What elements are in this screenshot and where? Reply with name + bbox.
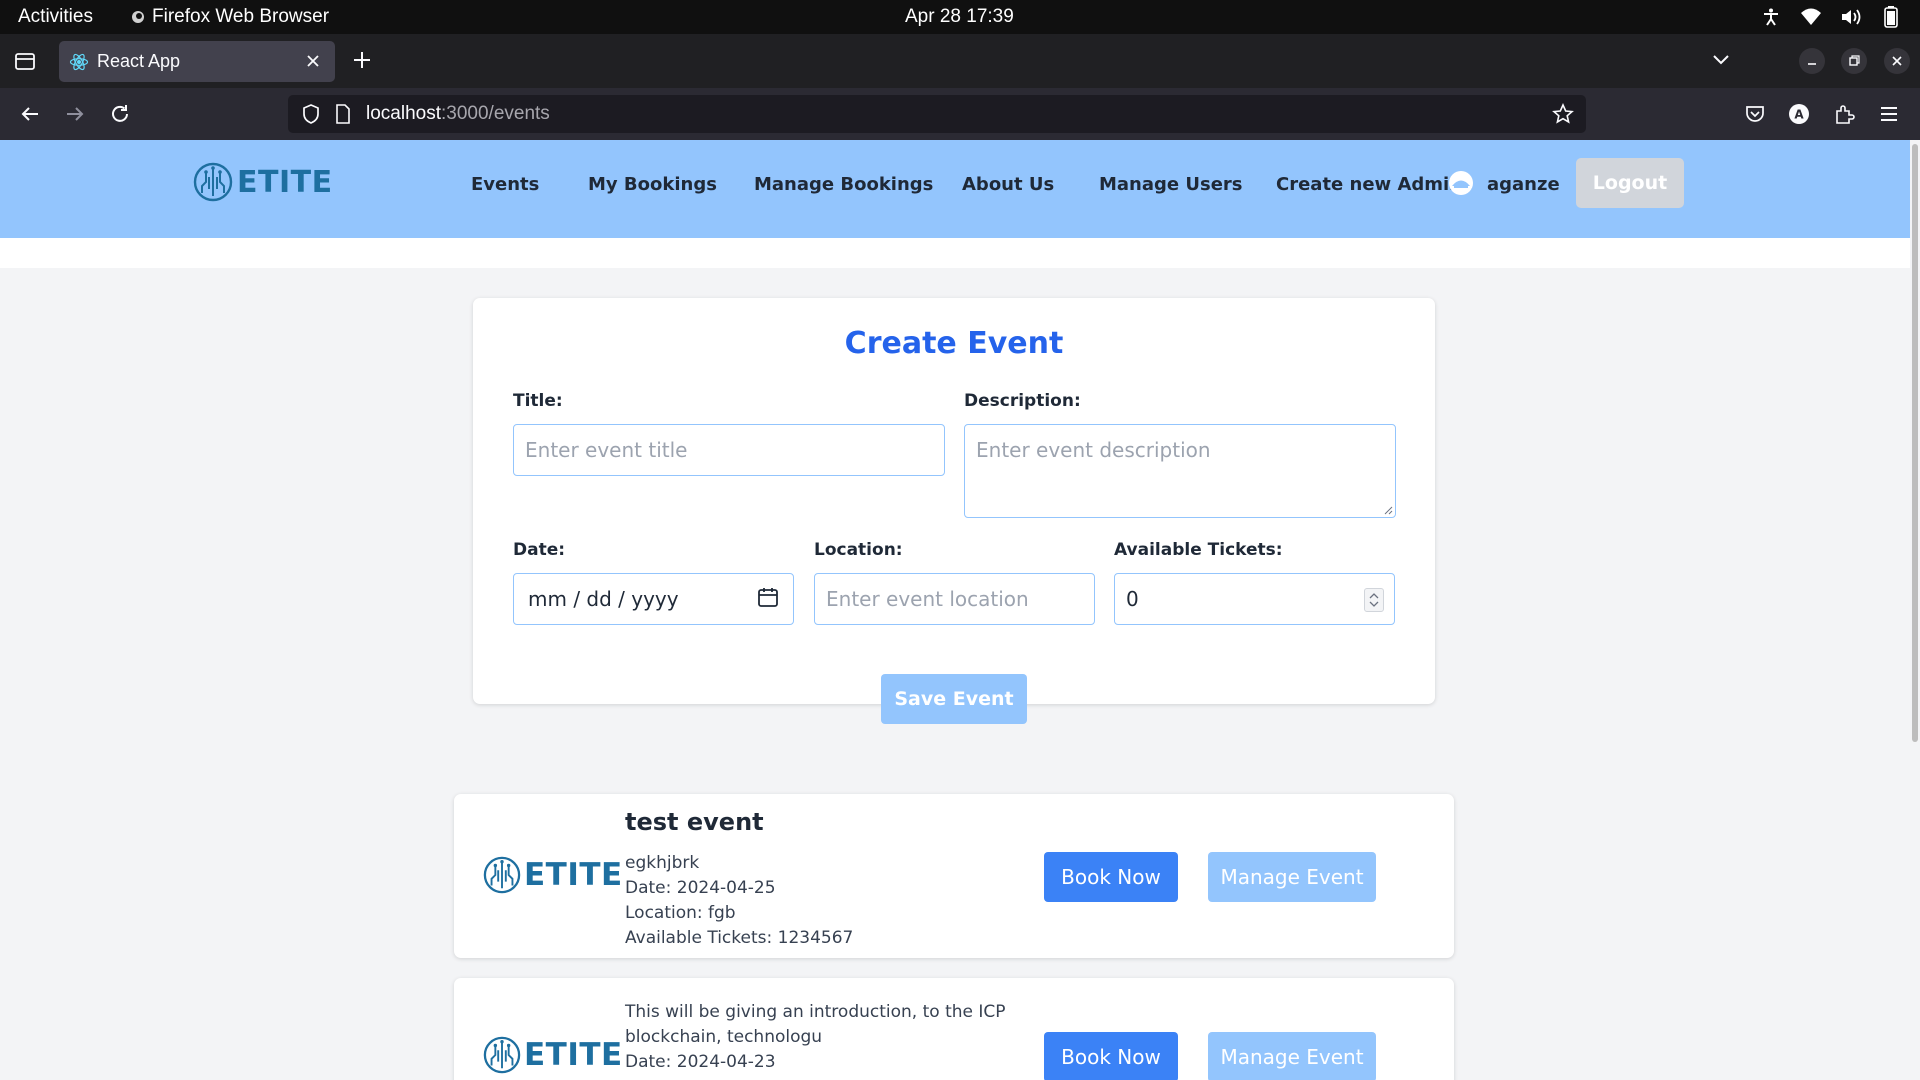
app-menu-label: Firefox Web Browser bbox=[152, 6, 330, 27]
restore-window-icon[interactable] bbox=[1841, 48, 1867, 74]
nav-link-my-bookings[interactable]: My Bookings bbox=[588, 174, 717, 195]
new-tab-icon[interactable] bbox=[350, 48, 374, 72]
tickets-stepper[interactable] bbox=[1364, 588, 1384, 612]
event-date: Date: 2024-04-23 bbox=[625, 1052, 776, 1072]
site-logo[interactable]: ETITE bbox=[193, 162, 333, 202]
event-card: ETITE test event egkhjbrk Date: 2024-04-… bbox=[454, 794, 1454, 958]
logo-text: ETITE bbox=[237, 164, 333, 200]
os-top-bar: Activities Firefox Web Browser Apr 28 17… bbox=[0, 0, 1920, 34]
app-menu[interactable]: Firefox Web Browser bbox=[131, 6, 329, 28]
minimize-window-icon[interactable] bbox=[1799, 48, 1825, 74]
date-label: Date: bbox=[513, 540, 566, 560]
description-label: Description: bbox=[964, 391, 1081, 411]
header-spacer bbox=[0, 238, 1910, 268]
logo-text: ETITE bbox=[524, 857, 623, 893]
url-bar[interactable]: localhost:3000/events bbox=[288, 95, 1586, 133]
event-logo: ETITE bbox=[483, 1036, 623, 1074]
event-location: Location: fgb bbox=[625, 903, 736, 923]
title-placeholder: Enter event title bbox=[525, 438, 688, 462]
activities-button[interactable]: Activities bbox=[18, 6, 93, 28]
wifi-icon[interactable] bbox=[1800, 6, 1822, 28]
location-placeholder: Enter event location bbox=[826, 587, 1029, 611]
svg-text:A: A bbox=[1794, 108, 1804, 122]
tickets-input[interactable]: 0 bbox=[1114, 573, 1395, 625]
event-logo: ETITE bbox=[483, 856, 623, 894]
system-tray[interactable] bbox=[1760, 6, 1902, 28]
event-card: ETITE This will be giving an introductio… bbox=[454, 978, 1454, 1080]
tab-react-app[interactable]: React App bbox=[59, 41, 335, 82]
page-info-icon[interactable] bbox=[332, 103, 354, 125]
nav-link-create-admins[interactable]: Create new Admins bbox=[1276, 174, 1473, 195]
scrollbar-thumb[interactable] bbox=[1912, 144, 1918, 742]
nav-link-manage-bookings[interactable]: Manage Bookings bbox=[754, 174, 933, 195]
title-label: Title: bbox=[513, 391, 563, 411]
user-avatar-icon bbox=[1449, 171, 1473, 195]
manage-event-button[interactable]: Manage Event bbox=[1208, 1032, 1376, 1080]
create-event-form: Create Event Title: Enter event title De… bbox=[473, 298, 1435, 724]
bookmark-star-icon[interactable] bbox=[1552, 103, 1574, 125]
url-host: localhost bbox=[366, 103, 441, 124]
description-placeholder: Enter event description bbox=[976, 438, 1211, 462]
tickets-value: 0 bbox=[1126, 587, 1139, 611]
pocket-icon[interactable] bbox=[1742, 101, 1768, 127]
date-input[interactable]: mm / dd / yyyy bbox=[513, 573, 794, 625]
reload-icon[interactable] bbox=[107, 101, 133, 127]
tracking-protection-shield-icon[interactable] bbox=[300, 103, 322, 125]
circuit-logo-icon bbox=[483, 856, 521, 894]
forward-icon[interactable] bbox=[62, 101, 88, 127]
account-avatar-icon[interactable]: A bbox=[1786, 101, 1812, 127]
url-text[interactable]: localhost:3000/events bbox=[366, 103, 550, 125]
list-all-tabs-icon[interactable] bbox=[1708, 47, 1734, 73]
circuit-logo-icon bbox=[193, 162, 233, 202]
volume-icon[interactable] bbox=[1840, 6, 1862, 28]
event-description-line-2: blockchain, technologu bbox=[625, 1027, 823, 1047]
page-viewport: ETITE Events My Bookings Manage Bookings… bbox=[0, 140, 1920, 1080]
calendar-icon[interactable] bbox=[757, 586, 779, 608]
description-textarea[interactable]: Enter event description bbox=[964, 424, 1396, 518]
react-favicon-icon bbox=[69, 53, 89, 70]
location-input[interactable]: Enter event location bbox=[814, 573, 1095, 625]
back-icon[interactable] bbox=[17, 101, 43, 127]
date-placeholder: mm / dd / yyyy bbox=[528, 587, 679, 611]
firefox-icon bbox=[132, 11, 144, 23]
firefox-view-icon[interactable] bbox=[12, 48, 38, 74]
location-label: Location: bbox=[814, 540, 903, 560]
close-window-icon[interactable] bbox=[1884, 48, 1910, 74]
accessibility-icon[interactable] bbox=[1760, 6, 1782, 28]
resize-grip-icon[interactable] bbox=[1383, 505, 1393, 515]
clock[interactable]: Apr 28 17:39 bbox=[905, 6, 1014, 28]
tickets-label: Available Tickets: bbox=[1114, 540, 1283, 560]
url-path: :3000/events bbox=[441, 103, 550, 124]
nav-link-events[interactable]: Events bbox=[471, 174, 539, 195]
circuit-logo-icon bbox=[483, 1036, 521, 1074]
event-tickets: Available Tickets: 1234567 bbox=[625, 928, 854, 948]
title-input[interactable]: Enter event title bbox=[513, 424, 945, 476]
close-tab-icon[interactable] bbox=[303, 51, 323, 71]
logout-button[interactable]: Logout bbox=[1576, 158, 1684, 208]
logo-text: ETITE bbox=[524, 1037, 623, 1073]
book-now-button[interactable]: Book Now bbox=[1044, 1032, 1178, 1080]
nav-link-about-us[interactable]: About Us bbox=[962, 174, 1054, 195]
app-menu-hamburger-icon[interactable] bbox=[1876, 101, 1902, 127]
extensions-icon[interactable] bbox=[1831, 101, 1857, 127]
event-date: Date: 2024-04-25 bbox=[625, 878, 776, 898]
site-header: ETITE Events My Bookings Manage Bookings… bbox=[0, 140, 1910, 238]
tab-title: React App bbox=[97, 51, 181, 71]
form-heading: Create Event bbox=[844, 326, 1064, 361]
page-scrollbar[interactable] bbox=[1910, 140, 1920, 1080]
browser-tab-strip: React App bbox=[0, 34, 1920, 88]
username-label: aganze bbox=[1487, 174, 1560, 195]
nav-link-manage-users[interactable]: Manage Users bbox=[1099, 174, 1243, 195]
stepper-arrows-icon bbox=[1369, 593, 1379, 607]
event-description-line-1: This will be giving an introduction, to … bbox=[625, 1002, 1006, 1022]
battery-icon[interactable] bbox=[1880, 6, 1902, 28]
save-event-button[interactable]: Save Event bbox=[881, 674, 1027, 724]
manage-event-button[interactable]: Manage Event bbox=[1208, 852, 1376, 902]
browser-nav-toolbar: localhost:3000/events A bbox=[0, 88, 1920, 140]
event-description: egkhjbrk bbox=[625, 853, 700, 873]
book-now-button[interactable]: Book Now bbox=[1044, 852, 1178, 902]
event-title: test event bbox=[625, 808, 764, 836]
